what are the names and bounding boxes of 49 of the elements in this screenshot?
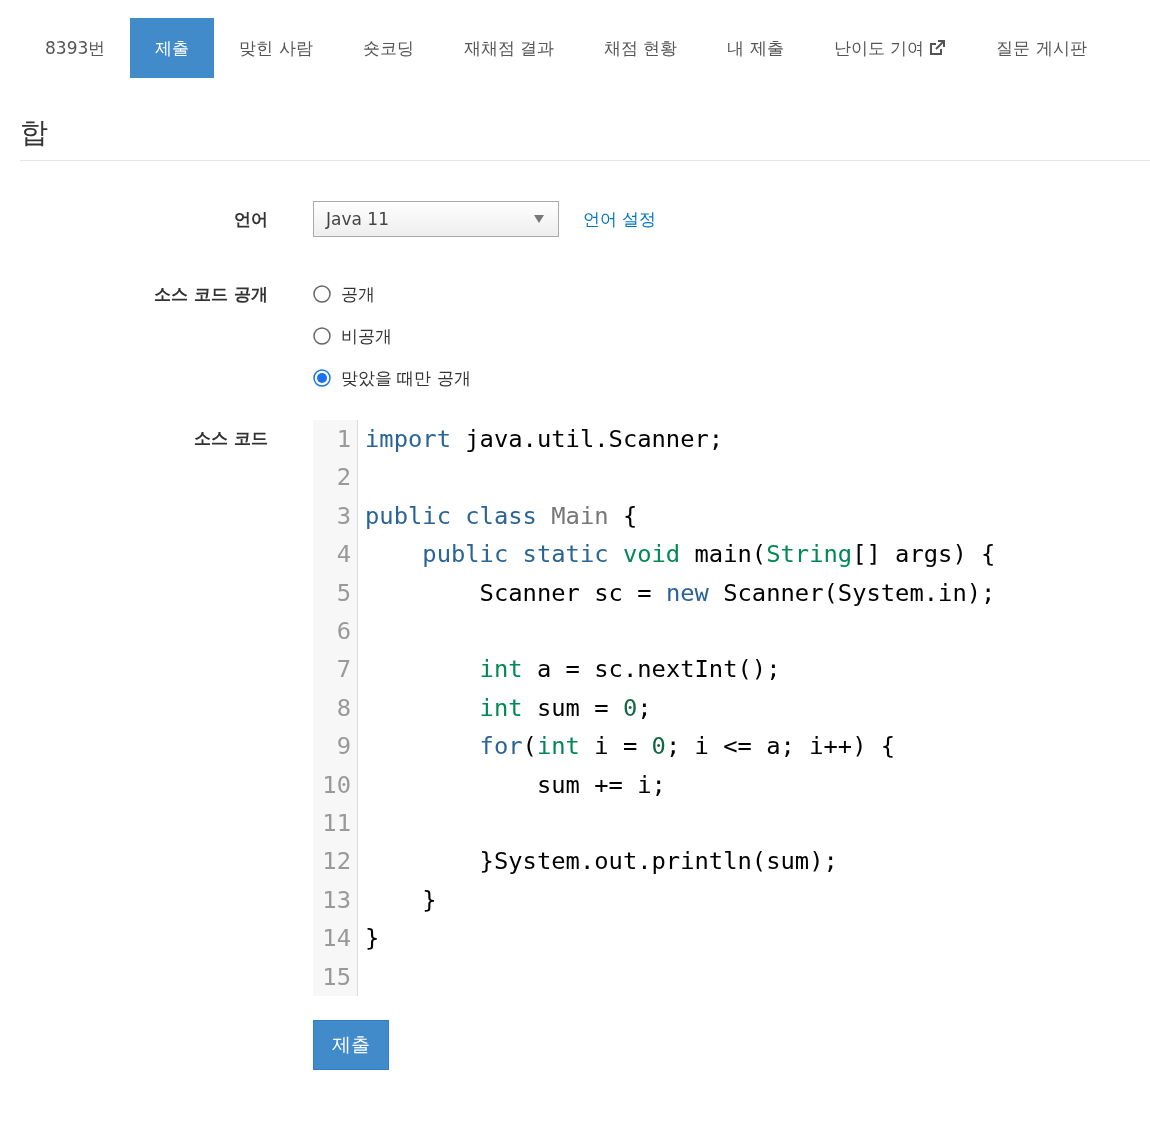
code-line: } (421, 885, 437, 914)
line-number: 6 (335, 616, 352, 648)
code-line: public class Main { (365, 501, 638, 530)
radio-label: 공개 (341, 283, 375, 305)
nav-tab[interactable]: 숏코딩 (337, 18, 439, 78)
problem-title: 합 (20, 114, 1150, 161)
nav-tab[interactable]: 난이도 기여 (808, 18, 972, 78)
nav-tab[interactable]: 질문 게시판 (971, 18, 1112, 78)
nav-tab[interactable]: 내 제출 (702, 18, 809, 78)
nav-tab[interactable]: 재채점 결과 (438, 18, 580, 78)
language-select[interactable]: Java 11 (313, 201, 559, 237)
field-label: 언어 (233, 207, 268, 231)
code-line: import java.util.Scanner; (365, 425, 724, 453)
nav-tab[interactable]: 맞힌 사람 (214, 18, 338, 78)
field-label: 소스 코드 (193, 427, 268, 450)
line-number: 8 (335, 692, 352, 724)
line-number: 1 (335, 424, 352, 455)
line-number: 12 (321, 846, 352, 878)
code-line: } (365, 924, 380, 953)
line-number: 13 (321, 884, 352, 916)
code-line: for(int i = 0; i <= a; i++) { (478, 732, 896, 761)
radio-button[interactable] (313, 285, 331, 303)
line-number: 4 (335, 539, 352, 571)
nav-tab[interactable]: 채점 현황 (579, 18, 703, 78)
line-number: 9 (335, 731, 352, 763)
line-number: 10 (321, 769, 352, 801)
line-number: 2 (335, 462, 352, 494)
line-number: 11 (321, 808, 352, 840)
line-number: 5 (335, 577, 352, 609)
radio-button[interactable] (313, 327, 331, 345)
radio-label: 맞았을 때만 공개 (341, 367, 471, 389)
submit-button[interactable]: 제출 (313, 1020, 389, 1071)
code-line: public static void main(String[] args) { (421, 540, 996, 569)
line-number: 15 (321, 961, 352, 993)
code-line: Scanner sc = new Scanner(System.in); (478, 578, 996, 607)
field-label: 소스 코드 공개 (153, 283, 268, 306)
line-number: 7 (335, 654, 352, 686)
code-line: int sum = 0; (478, 693, 652, 722)
radio-label: 비공개 (341, 325, 392, 347)
nav-tab[interactable]: 제출 (130, 18, 215, 78)
nav-tab[interactable]: 8393번 (20, 18, 131, 78)
caret-icon (534, 215, 544, 223)
code-line: int a = sc.nextInt(); (478, 655, 781, 684)
radio-button[interactable] (313, 369, 331, 387)
code-line: }System.out.println(sum); (478, 847, 838, 876)
language-settings-link[interactable]: 언어 설정 (583, 207, 657, 231)
line-number: 3 (335, 500, 352, 532)
code-line: sum += i; (535, 770, 666, 799)
line-number: 14 (321, 923, 352, 955)
